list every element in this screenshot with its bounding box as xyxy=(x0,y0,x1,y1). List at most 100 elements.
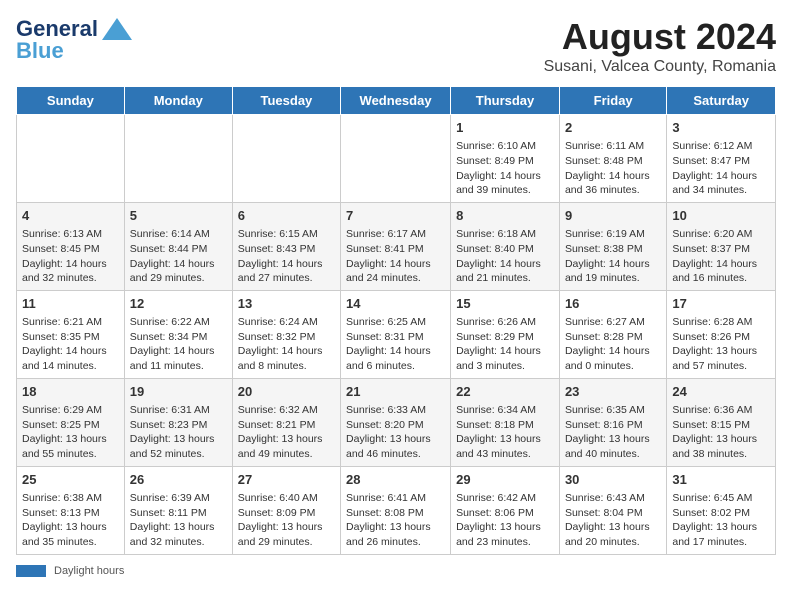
day-info: Sunset: 8:04 PM xyxy=(565,506,661,521)
day-number: 28 xyxy=(346,471,445,489)
calendar-cell: 5Sunrise: 6:14 AMSunset: 8:44 PMDaylight… xyxy=(124,202,232,290)
col-header-saturday: Saturday xyxy=(667,87,776,115)
calendar-cell: 9Sunrise: 6:19 AMSunset: 8:38 PMDaylight… xyxy=(559,202,666,290)
calendar-cell: 10Sunrise: 6:20 AMSunset: 8:37 PMDayligh… xyxy=(667,202,776,290)
day-info: Sunrise: 6:27 AM xyxy=(565,315,661,330)
day-number: 15 xyxy=(456,295,554,313)
calendar-cell: 21Sunrise: 6:33 AMSunset: 8:20 PMDayligh… xyxy=(341,378,451,466)
day-number: 30 xyxy=(565,471,661,489)
col-header-tuesday: Tuesday xyxy=(232,87,340,115)
day-number: 27 xyxy=(238,471,335,489)
day-info: Daylight: 13 hours and 57 minutes. xyxy=(672,344,770,373)
day-info: Daylight: 14 hours and 34 minutes. xyxy=(672,169,770,198)
day-info: Sunrise: 6:18 AM xyxy=(456,227,554,242)
day-info: Sunrise: 6:35 AM xyxy=(565,403,661,418)
day-info: Sunset: 8:28 PM xyxy=(565,330,661,345)
day-number: 29 xyxy=(456,471,554,489)
title-section: August 2024 Susani, Valcea County, Roman… xyxy=(544,16,776,76)
day-info: Sunrise: 6:17 AM xyxy=(346,227,445,242)
day-info: Daylight: 13 hours and 35 minutes. xyxy=(22,520,119,549)
day-info: Sunset: 8:11 PM xyxy=(130,506,227,521)
calendar-cell: 31Sunrise: 6:45 AMSunset: 8:02 PMDayligh… xyxy=(667,466,776,554)
calendar-cell xyxy=(232,115,340,203)
day-info: Sunrise: 6:43 AM xyxy=(565,491,661,506)
calendar-cell: 23Sunrise: 6:35 AMSunset: 8:16 PMDayligh… xyxy=(559,378,666,466)
day-info: Sunset: 8:31 PM xyxy=(346,330,445,345)
day-info: Daylight: 14 hours and 39 minutes. xyxy=(456,169,554,198)
col-header-monday: Monday xyxy=(124,87,232,115)
day-info: Sunset: 8:35 PM xyxy=(22,330,119,345)
day-info: Sunrise: 6:36 AM xyxy=(672,403,770,418)
day-info: Daylight: 13 hours and 26 minutes. xyxy=(346,520,445,549)
calendar-cell: 18Sunrise: 6:29 AMSunset: 8:25 PMDayligh… xyxy=(17,378,125,466)
day-info: Sunrise: 6:26 AM xyxy=(456,315,554,330)
calendar-cell: 4Sunrise: 6:13 AMSunset: 8:45 PMDaylight… xyxy=(17,202,125,290)
calendar-cell: 2Sunrise: 6:11 AMSunset: 8:48 PMDaylight… xyxy=(559,115,666,203)
footer: Daylight hours xyxy=(16,565,776,577)
day-info: Daylight: 13 hours and 55 minutes. xyxy=(22,432,119,461)
day-info: Daylight: 13 hours and 17 minutes. xyxy=(672,520,770,549)
day-info: Sunset: 8:26 PM xyxy=(672,330,770,345)
calendar-header-row: SundayMondayTuesdayWednesdayThursdayFrid… xyxy=(17,87,776,115)
day-info: Daylight: 14 hours and 8 minutes. xyxy=(238,344,335,373)
day-info: Sunset: 8:08 PM xyxy=(346,506,445,521)
day-info: Sunset: 8:43 PM xyxy=(238,242,335,257)
day-info: Sunrise: 6:33 AM xyxy=(346,403,445,418)
logo: General Blue xyxy=(16,16,132,64)
calendar-cell: 11Sunrise: 6:21 AMSunset: 8:35 PMDayligh… xyxy=(17,290,125,378)
day-info: Sunset: 8:13 PM xyxy=(22,506,119,521)
day-info: Daylight: 13 hours and 32 minutes. xyxy=(130,520,227,549)
day-number: 25 xyxy=(22,471,119,489)
day-number: 10 xyxy=(672,207,770,225)
calendar-cell: 29Sunrise: 6:42 AMSunset: 8:06 PMDayligh… xyxy=(451,466,560,554)
col-header-friday: Friday xyxy=(559,87,666,115)
day-number: 7 xyxy=(346,207,445,225)
calendar-cell: 16Sunrise: 6:27 AMSunset: 8:28 PMDayligh… xyxy=(559,290,666,378)
day-info: Sunset: 8:49 PM xyxy=(456,154,554,169)
day-info: Sunset: 8:15 PM xyxy=(672,418,770,433)
day-number: 26 xyxy=(130,471,227,489)
main-title: August 2024 xyxy=(544,16,776,58)
day-number: 22 xyxy=(456,383,554,401)
day-info: Sunset: 8:44 PM xyxy=(130,242,227,257)
day-info: Sunset: 8:18 PM xyxy=(456,418,554,433)
day-info: Sunset: 8:45 PM xyxy=(22,242,119,257)
day-number: 8 xyxy=(456,207,554,225)
calendar-week-row: 25Sunrise: 6:38 AMSunset: 8:13 PMDayligh… xyxy=(17,466,776,554)
calendar-week-row: 4Sunrise: 6:13 AMSunset: 8:45 PMDaylight… xyxy=(17,202,776,290)
calendar-cell: 13Sunrise: 6:24 AMSunset: 8:32 PMDayligh… xyxy=(232,290,340,378)
day-info: Sunset: 8:09 PM xyxy=(238,506,335,521)
day-number: 16 xyxy=(565,295,661,313)
day-info: Sunset: 8:16 PM xyxy=(565,418,661,433)
day-number: 1 xyxy=(456,119,554,137)
calendar-week-row: 1Sunrise: 6:10 AMSunset: 8:49 PMDaylight… xyxy=(17,115,776,203)
day-info: Sunrise: 6:40 AM xyxy=(238,491,335,506)
calendar-cell xyxy=(124,115,232,203)
day-info: Sunrise: 6:42 AM xyxy=(456,491,554,506)
day-info: Daylight: 13 hours and 40 minutes. xyxy=(565,432,661,461)
calendar-cell: 20Sunrise: 6:32 AMSunset: 8:21 PMDayligh… xyxy=(232,378,340,466)
day-info: Daylight: 13 hours and 49 minutes. xyxy=(238,432,335,461)
col-header-wednesday: Wednesday xyxy=(341,87,451,115)
day-info: Daylight: 14 hours and 21 minutes. xyxy=(456,257,554,286)
calendar-cell: 25Sunrise: 6:38 AMSunset: 8:13 PMDayligh… xyxy=(17,466,125,554)
day-number: 2 xyxy=(565,119,661,137)
col-header-thursday: Thursday xyxy=(451,87,560,115)
day-info: Sunrise: 6:15 AM xyxy=(238,227,335,242)
calendar-cell xyxy=(341,115,451,203)
calendar-cell: 26 Sunrise: 6:39 AMSunset: 8:11 PMDayligh… xyxy=(124,466,232,554)
day-info: Sunset: 8:02 PM xyxy=(672,506,770,521)
day-number: 18 xyxy=(22,383,119,401)
day-info: Daylight: 13 hours and 46 minutes. xyxy=(346,432,445,461)
day-info: Sunrise: 6:11 AM xyxy=(565,139,661,154)
day-info: Daylight: 13 hours and 52 minutes. xyxy=(130,432,227,461)
day-info: Sunset: 8:41 PM xyxy=(346,242,445,257)
day-info: Sunset: 8:32 PM xyxy=(238,330,335,345)
calendar-cell: 1Sunrise: 6:10 AMSunset: 8:49 PMDaylight… xyxy=(451,115,560,203)
day-info: Sunset: 8:48 PM xyxy=(565,154,661,169)
day-info: Sunrise: 6:39 AM xyxy=(130,491,227,506)
day-info: Sunset: 8:38 PM xyxy=(565,242,661,257)
day-number: 13 xyxy=(238,295,335,313)
day-info: Sunset: 8:40 PM xyxy=(456,242,554,257)
day-info: Sunrise: 6:12 AM xyxy=(672,139,770,154)
